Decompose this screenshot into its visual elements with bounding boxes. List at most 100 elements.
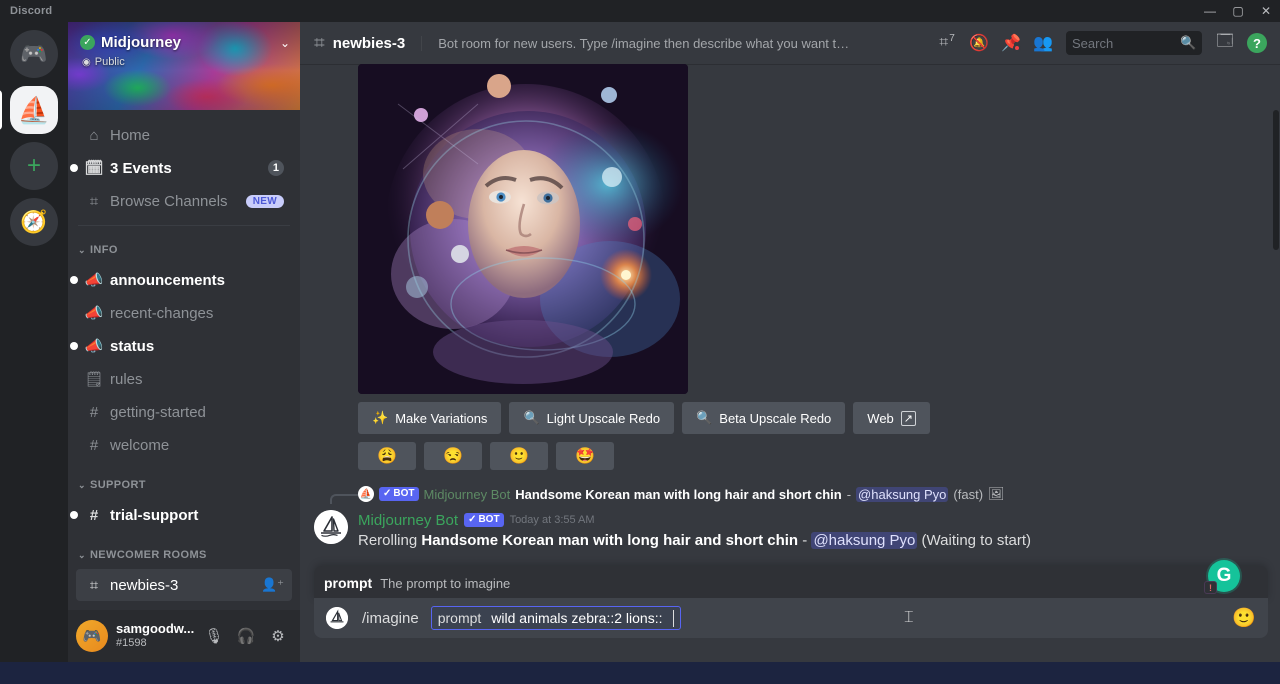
message-separator: - [798, 532, 812, 549]
light-upscale-redo-button[interactable]: 🔍 Light Upscale Redo [509, 402, 675, 434]
category-newcomer-rooms[interactable]: ⌄ NEWCOMER ROOMS [76, 543, 292, 567]
main-content: ⌗ newbies-3 Bot room for new users. Type… [300, 22, 1280, 662]
guild-icon-midjourney[interactable]: ⛵ [0, 86, 58, 134]
help-icon-wrap[interactable]: ? [1242, 28, 1272, 58]
sidebar-item-events[interactable]: 🗓 3 Events 1 [70, 152, 292, 184]
external-link-icon: ↗ [900, 410, 917, 426]
make-variations-button[interactable]: ✨ Make Variations [358, 402, 502, 434]
channel-label: newbies-3 [110, 576, 179, 594]
web-button[interactable]: Web ↗ [853, 402, 931, 434]
server-banner[interactable]: ✓ Midjourney ⌄ ◉ Public [68, 22, 300, 110]
message-scroller[interactable]: ✨ Make Variations 🔍 Light Upscale Redo 🔍… [300, 64, 1280, 594]
chevron-down-icon: ⌄ [78, 244, 86, 255]
sidebar-item-getting-started[interactable]: # getting-started [76, 396, 292, 428]
search-input[interactable]: 🔍 [1066, 31, 1202, 55]
sidebar-divider [78, 225, 290, 226]
channel-sidebar: ✓ Midjourney ⌄ ◉ Public ⌂ Home 🗓 3 Event… [68, 22, 300, 662]
avatar[interactable] [314, 510, 348, 544]
avatar[interactable] [326, 607, 348, 629]
reply-reference[interactable]: ⛵ ✓ BOT Midjourney Bot Handsome Korean m… [300, 484, 1280, 504]
channel-topic[interactable]: Bot room for new users. Type /imagine th… [421, 35, 851, 51]
argument-key: prompt [437, 610, 482, 626]
avatar[interactable]: 🎮 [76, 620, 108, 652]
grammarly-icon[interactable]: G ! [1204, 560, 1240, 594]
sidebar-item-trial-support[interactable]: # trial-support [70, 499, 292, 531]
channel-list: ⌂ Home 🗓 3 Events 1 ⌗ Browse Channels NE… [68, 110, 300, 620]
reply-mention[interactable]: @haksung Pyo [856, 486, 949, 502]
maximize-button[interactable]: ▢ [1224, 0, 1252, 22]
category-support[interactable]: ⌄ SUPPORT [76, 473, 292, 497]
command-argument-chip[interactable]: prompt wild animals zebra::2 lions:: [430, 606, 682, 630]
chevron-down-icon[interactable]: ⌄ [280, 36, 290, 50]
button-label: Beta Upscale Redo [719, 410, 832, 426]
unread-indicator [70, 164, 78, 172]
reaction-weary-button[interactable]: 😩 [358, 442, 416, 470]
category-info[interactable]: ⌄ INFO [76, 238, 292, 262]
reaction-star-struck-button[interactable]: 🤩 [556, 442, 614, 470]
image-attachment-icon: 🖼 [988, 486, 1005, 501]
sidebar-item-welcome[interactable]: # welcome [76, 429, 292, 461]
user-controls: 🎙 🎧 ⚙ [200, 622, 292, 650]
plus-icon: + [26, 152, 41, 179]
message-composer[interactable]: /imagine prompt wild animals zebra::2 li… [314, 598, 1268, 638]
reply-prompt: Handsome Korean man with long hair and s… [515, 486, 842, 502]
os-taskbar [0, 662, 1280, 684]
reaction-unamused-button[interactable]: 😒 [424, 442, 482, 470]
app-title: Discord [10, 5, 53, 17]
threads-glyph: ⌗ [939, 34, 949, 51]
minimize-button[interactable]: — [1196, 0, 1224, 22]
help-icon: ? [1247, 33, 1267, 53]
emoji-picker-icon[interactable]: 🙂 [1232, 606, 1256, 630]
weary-face-icon: 😩 [377, 448, 397, 465]
compass-icon: 🧭 [20, 209, 48, 234]
slight-smile-face-icon: 🙂 [509, 448, 529, 465]
deafen-headphones-icon[interactable]: 🎧 [232, 622, 260, 650]
user-name: samgoodw... [116, 622, 195, 637]
unamused-face-icon: 😒 [443, 448, 463, 465]
generated-image[interactable] [358, 64, 688, 394]
mute-microphone-icon[interactable]: 🎙 [200, 622, 228, 650]
pinned-messages-icon[interactable]: 📌 [996, 28, 1026, 58]
server-header[interactable]: ✓ Midjourney ⌄ [80, 34, 290, 51]
sidebar-item-recent-changes[interactable]: 📣 recent-changes [76, 297, 292, 329]
globe-icon: ◉ [82, 56, 91, 68]
sidebar-item-label: 3 Events [110, 159, 172, 177]
sidebar-item-label: Browse Channels [110, 192, 228, 210]
sidebar-item-status[interactable]: 📣 status [70, 330, 292, 362]
category-label: INFO [89, 244, 118, 256]
inbox-icon[interactable]: 🗔 [1210, 28, 1240, 58]
threads-icon[interactable]: ⌗ 7 [932, 28, 962, 58]
user-info[interactable]: samgoodw... #1598 [116, 622, 194, 650]
message-author[interactable]: Midjourney Bot [358, 512, 458, 529]
command-autocomplete[interactable]: prompt The prompt to imagine [314, 566, 1268, 600]
guild-icon-discord-home[interactable]: 🎮 [10, 30, 58, 78]
search-field[interactable] [1072, 35, 1180, 51]
sidebar-item-rules[interactable]: 🗒 rules [76, 363, 292, 395]
window-controls: — ▢ ✕ [1196, 0, 1280, 22]
message-mention[interactable]: @haksung Pyo [811, 532, 918, 549]
add-member-icon[interactable]: 👤⁺ [261, 577, 284, 593]
add-server-button[interactable]: + [10, 142, 58, 190]
bot-label: BOT [478, 514, 500, 525]
sidebar-item-home[interactable]: ⌂ Home [76, 119, 292, 151]
sidebar-item-announcements[interactable]: 📣 announcements [70, 264, 292, 296]
chevron-down-icon: ⌄ [78, 549, 86, 560]
reaction-slight-smile-button[interactable]: 🙂 [490, 442, 548, 470]
sidebar-item-newbies-3[interactable]: ⌗ newbies-3 👤⁺ [76, 569, 292, 601]
sidebar-item-browse-channels[interactable]: ⌗ Browse Channels NEW [76, 185, 292, 217]
autocomplete-option-name: prompt [324, 575, 373, 591]
slash-command-label: /imagine [362, 609, 419, 627]
explore-servers-button[interactable]: 🧭 [10, 198, 58, 246]
hash-icon: # [89, 403, 99, 421]
message-scrollbar[interactable] [1273, 110, 1279, 250]
argument-value[interactable]: wild animals zebra::2 lions:: [491, 610, 662, 626]
user-settings-gear-icon[interactable]: ⚙ [264, 622, 292, 650]
bot-label: BOT [393, 488, 415, 499]
member-list-icon[interactable]: 👥 [1028, 28, 1058, 58]
verified-check-icon: ✓ [468, 514, 477, 525]
text-caret [673, 609, 675, 627]
image-action-buttons: ✨ Make Variations 🔍 Light Upscale Redo 🔍… [300, 394, 1280, 434]
notification-muted-bell-icon[interactable]: 🔕 [964, 28, 994, 58]
close-button[interactable]: ✕ [1252, 0, 1280, 22]
beta-upscale-redo-button[interactable]: 🔍 Beta Upscale Redo [682, 402, 846, 434]
